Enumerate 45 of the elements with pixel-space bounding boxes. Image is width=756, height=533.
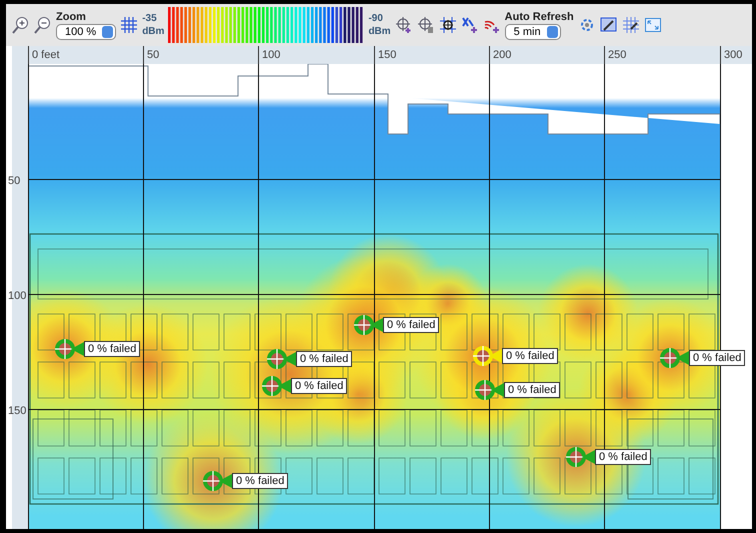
marker-label: 0 % failed: [595, 449, 652, 465]
marker-label: 0 % failed: [291, 378, 348, 394]
marker-label: 0 % failed: [296, 351, 352, 367]
marker-label: 0 % failed: [504, 382, 560, 398]
ruler-label: 300: [720, 46, 742, 64]
zoom-in-icon[interactable]: [12, 16, 30, 34]
edit-grid-icon[interactable]: [622, 16, 640, 34]
target-marker-icon[interactable]: [565, 446, 595, 468]
target-marker-icon[interactable]: [353, 314, 383, 336]
ruler-label: 250: [604, 46, 626, 64]
target-marker-icon[interactable]: [202, 470, 232, 492]
marker-label: 0 % failed: [383, 317, 440, 333]
ruler-label: 150: [8, 405, 26, 417]
zoom-label: Zoom: [56, 10, 86, 22]
ruler-label: 100: [258, 46, 280, 64]
scale-min-value: -90: [368, 12, 384, 25]
add-access-point-icon[interactable]: [460, 16, 479, 34]
target-marker-icon[interactable]: [472, 345, 502, 367]
scale-unit: dBm: [368, 25, 391, 38]
add-target-icon[interactable]: [394, 16, 413, 34]
target-marker-icon[interactable]: [54, 338, 84, 360]
ruler-label: 100: [8, 290, 26, 302]
target-marker-icon[interactable]: [474, 379, 504, 401]
zoom-select[interactable]: 100 %: [56, 24, 116, 40]
edit-map-icon[interactable]: [600, 16, 618, 34]
scale-max-value: -35: [142, 12, 158, 25]
target-marker-icon[interactable]: [261, 375, 291, 397]
grid-icon[interactable]: [120, 16, 138, 34]
delete-target-icon[interactable]: [416, 16, 435, 34]
marker-label: 0 % failed: [84, 341, 140, 357]
marker-label: 0 % failed: [232, 473, 288, 489]
target-marker-icon[interactable]: [659, 347, 689, 369]
grid-target-icon[interactable]: [438, 16, 457, 34]
zoom-out-icon[interactable]: [34, 16, 52, 34]
marker-label: 0 % failed: [689, 350, 746, 366]
ruler-label: 200: [489, 46, 512, 64]
refresh-select[interactable]: 5 min: [504, 24, 561, 40]
marker-label: 0 % failed: [502, 348, 558, 364]
scale-unit: dBm: [142, 25, 164, 38]
ruler-label: 50: [143, 46, 160, 64]
ruler-label: 150: [374, 46, 396, 64]
ruler-label: 0 feet: [28, 46, 60, 64]
auto-refresh-label: Auto Refresh: [504, 10, 574, 22]
target-marker-icon[interactable]: [266, 348, 296, 370]
ruler-label: 50: [8, 175, 20, 187]
